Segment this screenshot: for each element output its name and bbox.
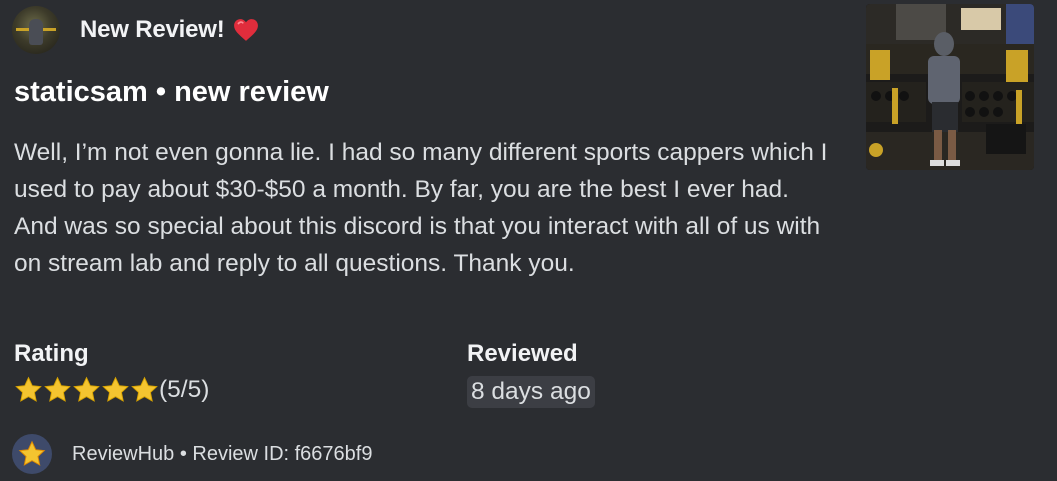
embed-title: staticsam • new review xyxy=(14,76,329,108)
rating-field: Rating (5/5) xyxy=(14,340,209,404)
star-icon xyxy=(102,376,129,402)
reviewed-timestamp: 8 days ago xyxy=(467,376,595,408)
rating-label: Rating xyxy=(14,340,89,367)
red-heart-icon xyxy=(233,19,258,41)
star-icon xyxy=(73,376,100,402)
footer-avatar xyxy=(12,434,52,474)
gym-photo-thumbnail[interactable] xyxy=(866,4,1034,170)
star-icon xyxy=(44,376,71,402)
review-embed: New Review! staticsam • new review Well,… xyxy=(0,0,1057,481)
review-text: Well, I’m not even gonna lie. I had so m… xyxy=(14,139,828,277)
reviewed-field: Reviewed 8 days ago xyxy=(467,340,595,408)
star-icon xyxy=(131,376,158,402)
embed-author: New Review! xyxy=(12,6,259,54)
rating-value: (5/5) xyxy=(159,376,210,403)
author-avatar[interactable] xyxy=(12,6,60,54)
reviewed-label: Reviewed xyxy=(467,340,578,367)
star-rating xyxy=(14,376,159,404)
author-name: New Review! xyxy=(80,16,225,43)
star-icon xyxy=(15,376,42,402)
embed-footer: ReviewHub • Review ID: f6676bf9 xyxy=(12,434,372,474)
star-icon xyxy=(18,440,46,466)
footer-text: ReviewHub • Review ID: f6676bf9 xyxy=(72,442,373,465)
